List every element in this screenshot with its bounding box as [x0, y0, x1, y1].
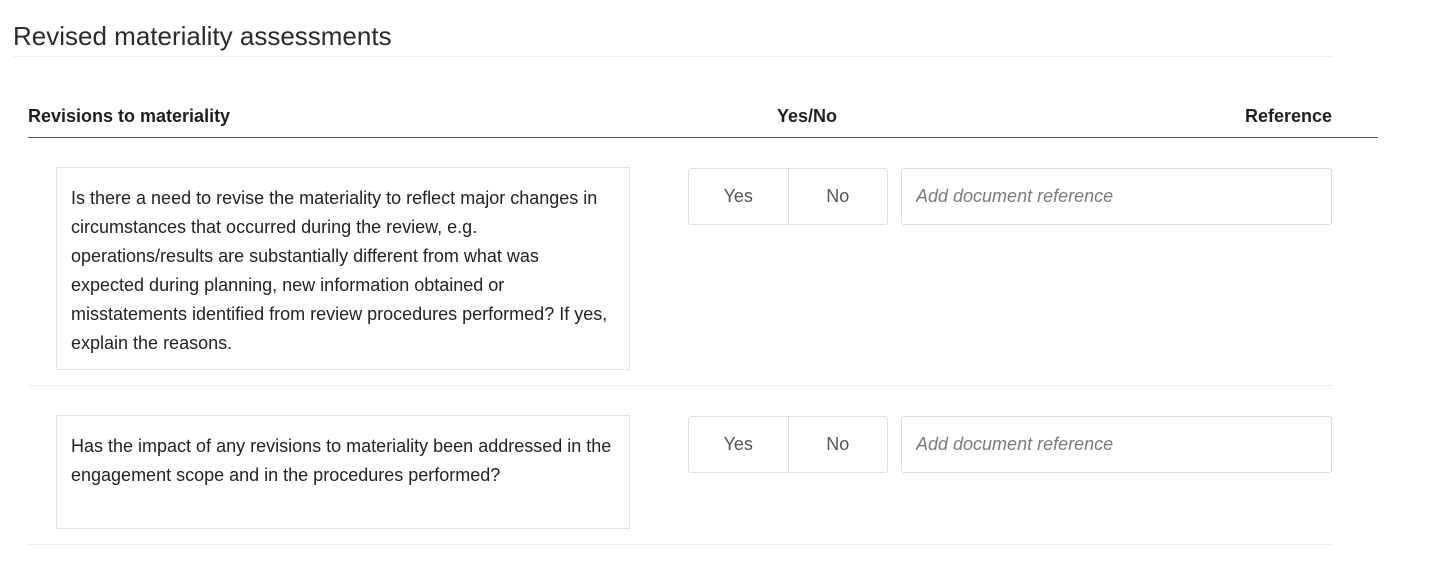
- materiality-page: Revised materiality assessments Revision…: [0, 0, 1430, 561]
- no-button[interactable]: No: [787, 169, 888, 224]
- title-divider: [13, 56, 1333, 57]
- header-yes-no: Yes/No: [777, 106, 838, 126]
- document-reference-input[interactable]: [901, 168, 1332, 225]
- yes-no-toggle: Yes No: [688, 168, 888, 225]
- yes-button[interactable]: Yes: [689, 169, 788, 224]
- table-header: Revisions to materiality Yes/No Referenc…: [28, 100, 1378, 138]
- section-title: Revised materiality assessments: [13, 21, 392, 51]
- document-reference-input[interactable]: [901, 416, 1332, 473]
- question-text: Has the impact of any revisions to mater…: [56, 415, 630, 529]
- header-reference: Reference: [1244, 106, 1332, 126]
- table-row: Has the impact of any revisions to mater…: [28, 386, 1333, 545]
- table-row: Is there a need to revise the materialit…: [28, 138, 1333, 386]
- question-text: Is there a need to revise the materialit…: [56, 167, 630, 370]
- yes-button[interactable]: Yes: [689, 417, 788, 472]
- header-revisions-to-materiality: Revisions to materiality: [28, 106, 231, 126]
- yes-no-toggle: Yes No: [688, 416, 888, 473]
- no-button[interactable]: No: [787, 417, 888, 472]
